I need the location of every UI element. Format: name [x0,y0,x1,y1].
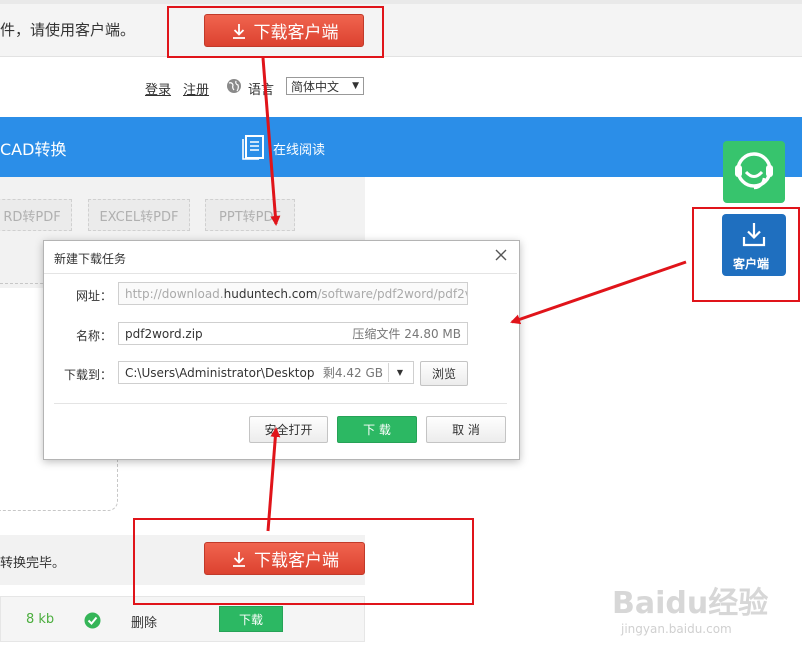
tab-excel-to-pdf[interactable]: EXCEL转PDF [88,199,190,231]
dialog-title: 新建下载任务 [54,252,127,266]
headset-icon [735,152,773,190]
free-space: 剩4.42 GB [322,366,383,380]
tab-word-to-pdf[interactable]: RD转PDF [0,199,72,231]
annotation-box-top [167,6,384,58]
filename-value: pdf2word.zip [125,326,203,341]
name-label: 名称： [75,329,112,343]
download-button[interactable]: 下 载 [337,416,417,443]
nav-bar: CAD转换 在线阅读 [0,117,802,177]
save-path-field[interactable]: C:\Users\Administrator\Desktop 剩4.42 GB … [118,361,414,384]
dialog-title-divider [44,273,517,274]
url-domain: huduntech.com [223,286,318,301]
language-value: 简体中文 [291,79,340,94]
watermark-logo: Baidu经验 [612,586,769,621]
safe-open-button[interactable]: 安全打开 [249,416,328,443]
document-icon [242,135,264,160]
new-download-dialog: 新建下载任务 网址： http://download. huduntech.com… [43,240,520,460]
nav-item-read-online[interactable]: 在线阅读 [273,139,325,158]
annotation-box-bottom [133,518,474,605]
check-icon [84,612,101,629]
url-prefix: http://download. [125,286,224,301]
file-size: 8 kb [26,612,55,627]
register-link[interactable]: 注册 [183,79,209,98]
annotation-box-side [692,207,800,302]
customer-support-button[interactable] [723,141,785,203]
chevron-down-icon[interactable]: ▼ [388,363,411,382]
globe-icon [227,79,241,93]
file-info: 压缩文件 24.80 MB [352,327,461,341]
cancel-button[interactable]: 取 消 [426,416,506,443]
file-download-button[interactable]: 下载 [219,606,283,632]
done-text: 转换完毕。 [0,556,66,571]
watermark-url: jingyan.baidu.com [621,622,732,636]
url-field[interactable]: http://download. huduntech.com/software/p… [118,282,468,305]
filename-field[interactable]: pdf2word.zip 压缩文件 24.80 MB [118,322,468,345]
url-label: 网址： [75,289,112,303]
banner-text: 件，请使用客户端。 [0,21,136,39]
chevron-down-icon: ▼ [352,81,359,91]
delete-link[interactable]: 删除 [131,612,157,631]
login-link[interactable]: 登录 [145,79,171,98]
url-suffix: /software/pdf2word/pdf2v [317,286,468,301]
language-label: 语言 [248,83,275,98]
nav-item-cad[interactable]: CAD转换 [0,136,66,160]
save-path-label: 下载到： [63,368,112,382]
save-path-value: C:\Users\Administrator\Desktop [125,365,315,380]
language-select[interactable]: 简体中文 ▼ [286,77,364,95]
tab-ppt-to-pdf[interactable]: PPT转PDF [205,199,295,231]
browse-button[interactable]: 浏览 [420,361,468,386]
close-icon[interactable] [493,247,509,263]
dialog-footer-divider [54,403,507,404]
